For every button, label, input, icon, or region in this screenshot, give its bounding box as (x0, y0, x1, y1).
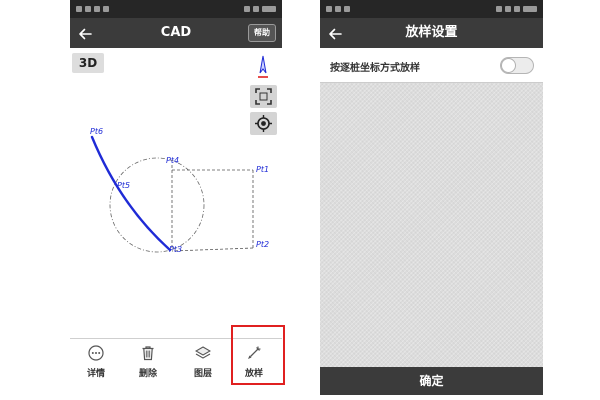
status-bar (320, 0, 543, 18)
page-title: 放样设置 (405, 25, 458, 40)
stakeout-settings-screen: 放样设置 按逐桩坐标方式放样 确定 (320, 0, 543, 395)
trash-icon (142, 346, 154, 361)
option-label: 按逐桩坐标方式放样 (330, 63, 420, 74)
station-coordinate-stakeout-toggle[interactable] (500, 57, 534, 74)
status-bar (70, 0, 282, 18)
toolbar-item-label: 图层 (193, 369, 212, 379)
toolbar-item-label: 删除 (138, 369, 157, 379)
zoom-extents-icon (255, 88, 272, 105)
status-bar-notification-icons (76, 6, 109, 12)
stakeout-icon (248, 346, 261, 359)
point-label-pt5: Pt5 (117, 181, 130, 190)
cad-header: CAD 帮助 (70, 18, 282, 48)
toolbar-item-label: 放样 (244, 369, 263, 379)
page: CAD 帮助 Pt6 Pt5 Pt4 Pt1 Pt2 Pt3 3D 详情 删除 … (0, 0, 600, 400)
toolbar-item-label: 详情 (86, 369, 105, 379)
locate-button[interactable] (250, 112, 277, 135)
status-bar-system-icons (496, 6, 537, 12)
help-button[interactable]: 帮助 (248, 24, 276, 42)
toggle-knob (501, 58, 516, 73)
view-3d-button[interactable]: 3D (72, 53, 104, 73)
back-arrow-icon[interactable] (328, 26, 342, 40)
north-arrow-icon[interactable] (256, 55, 270, 81)
settings-header: 放样设置 (320, 18, 543, 48)
point-label-pt3: Pt3 (169, 245, 182, 254)
status-bar-system-icons (244, 6, 276, 12)
back-arrow-icon[interactable] (78, 26, 92, 40)
settings-content-area (320, 83, 543, 367)
guide-line-pt2-pt3 (171, 247, 254, 252)
zoom-extents-button[interactable] (250, 85, 277, 108)
status-bar-notification-icons (326, 6, 350, 12)
confirm-button[interactable]: 确定 (320, 367, 543, 395)
cad-screen: CAD 帮助 Pt6 Pt5 Pt4 Pt1 Pt2 Pt3 3D 详情 删除 … (70, 0, 282, 395)
point-label-pt1: Pt1 (256, 165, 269, 174)
toolbar-item-stakeout[interactable]: 放样 (234, 339, 274, 383)
cad-bottom-toolbar: 详情 删除 图层 放样 (70, 338, 282, 383)
toolbar-item-details[interactable]: 详情 (76, 339, 116, 383)
option-row-station-coordinate-stakeout: 按逐桩坐标方式放样 (320, 48, 543, 83)
alignment-curve (90, 135, 172, 252)
point-label-pt4: Pt4 (166, 156, 179, 165)
point-label-pt6: Pt6 (90, 127, 103, 136)
point-label-pt2: Pt2 (256, 240, 269, 249)
more-circle-icon (88, 345, 104, 361)
layers-icon (195, 346, 211, 359)
toolbar-item-delete[interactable]: 删除 (128, 339, 168, 383)
locate-icon (255, 115, 272, 132)
toolbar-item-layers[interactable]: 图层 (183, 339, 223, 383)
cad-canvas[interactable]: Pt6 Pt5 Pt4 Pt1 Pt2 Pt3 3D (70, 48, 282, 338)
